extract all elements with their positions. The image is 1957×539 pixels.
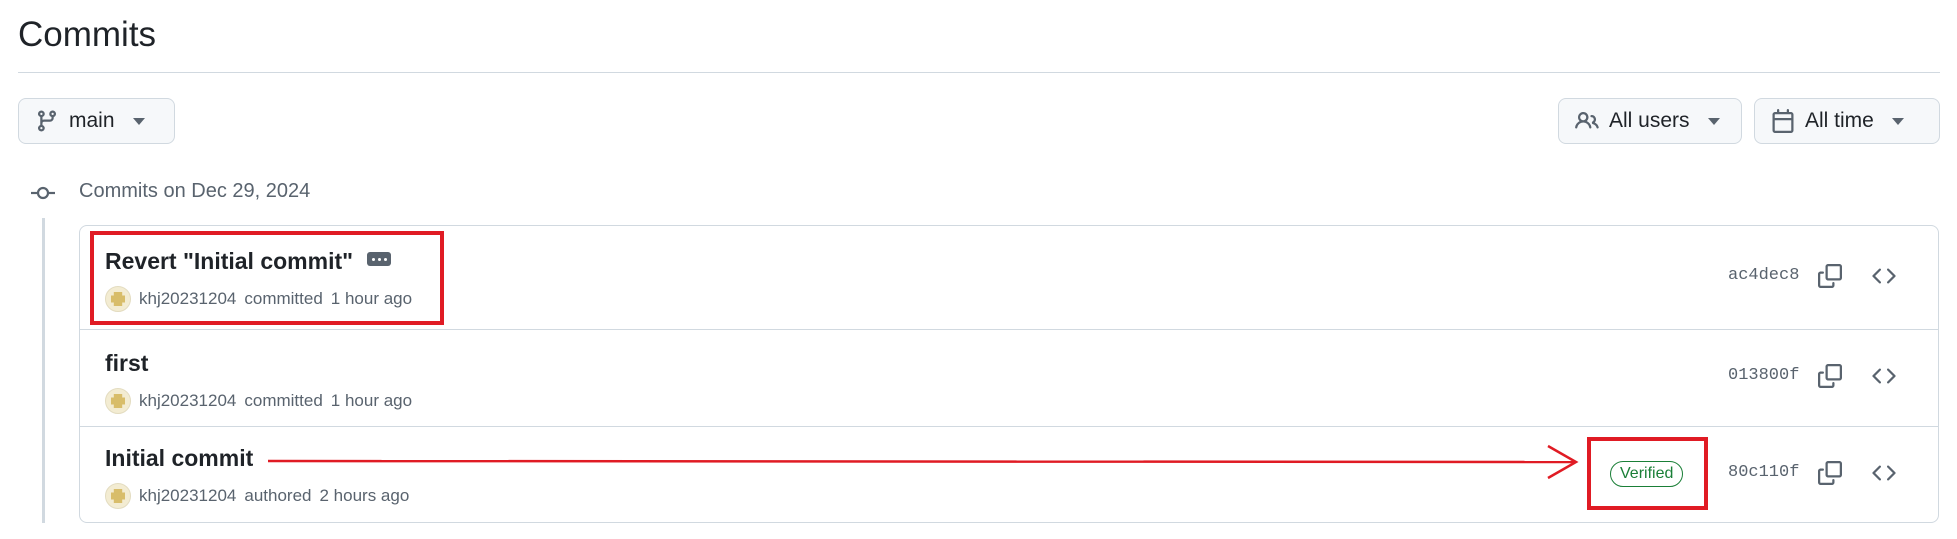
people-icon bbox=[1575, 109, 1599, 133]
commit-time: 2 hours ago bbox=[319, 486, 410, 505]
caret-down-icon bbox=[132, 117, 145, 125]
commit-action: authored bbox=[244, 486, 312, 505]
annotation-highlight-box bbox=[90, 231, 444, 325]
commit-time: 1 hour ago bbox=[330, 391, 413, 410]
code-icon[interactable] bbox=[1870, 459, 1898, 487]
time-filter-button[interactable]: All time bbox=[1754, 98, 1940, 144]
caret-down-icon bbox=[1707, 117, 1720, 125]
commit-author[interactable]: khj20231204 bbox=[139, 391, 236, 411]
caret-down-icon bbox=[1891, 117, 1904, 125]
avatar[interactable] bbox=[105, 483, 131, 509]
copy-icon[interactable] bbox=[1816, 459, 1844, 487]
commit-row: first khj20231204 committed 1 hour ago 0… bbox=[80, 330, 1938, 427]
commit-author[interactable]: khj20231204 bbox=[139, 486, 236, 506]
time-filter-label: All time bbox=[1805, 109, 1874, 132]
commit-title-link[interactable]: Initial commit bbox=[105, 445, 253, 472]
copy-icon[interactable] bbox=[1816, 262, 1844, 290]
timeline-line bbox=[42, 218, 45, 523]
commit-sha-link[interactable]: 80c110f bbox=[1728, 463, 1799, 482]
calendar-icon bbox=[1771, 109, 1795, 133]
users-filter-label: All users bbox=[1609, 109, 1690, 132]
git-commit-icon bbox=[31, 183, 55, 203]
copy-icon[interactable] bbox=[1816, 362, 1844, 390]
commit-meta: khj20231204 committed 1 hour ago bbox=[105, 388, 412, 414]
code-icon[interactable] bbox=[1870, 362, 1898, 390]
users-filter-button[interactable]: All users bbox=[1558, 98, 1742, 144]
commit-group-heading: Commits on Dec 29, 2024 bbox=[79, 180, 311, 202]
commit-meta: khj20231204 authored 2 hours ago bbox=[105, 483, 409, 509]
commit-sha-link[interactable]: ac4dec8 bbox=[1728, 266, 1799, 285]
commit-sha-link[interactable]: 013800f bbox=[1728, 366, 1799, 385]
page-title: Commits bbox=[18, 15, 157, 54]
commit-title-link[interactable]: first bbox=[105, 350, 148, 377]
branch-select-button[interactable]: main bbox=[18, 98, 175, 144]
title-divider bbox=[18, 72, 1940, 73]
branch-select-label: main bbox=[69, 109, 115, 132]
commit-action: committed bbox=[244, 391, 323, 410]
git-branch-icon bbox=[35, 109, 59, 133]
annotation-highlight-box bbox=[1587, 437, 1708, 510]
code-icon[interactable] bbox=[1870, 262, 1898, 290]
avatar[interactable] bbox=[105, 388, 131, 414]
